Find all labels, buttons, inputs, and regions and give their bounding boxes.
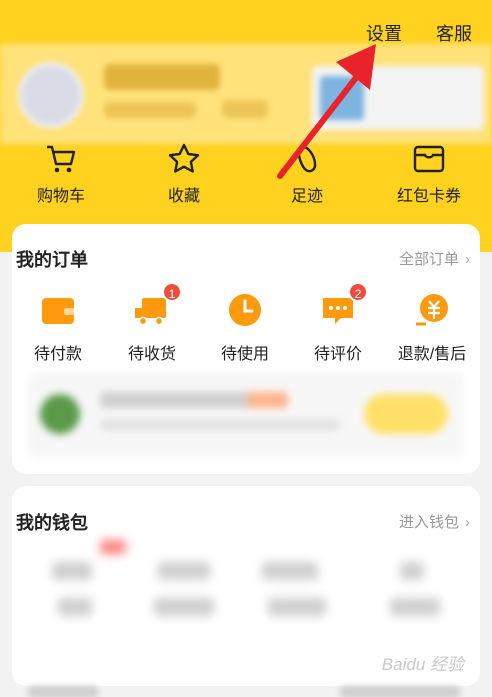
cart-icon <box>47 145 76 173</box>
next-section-header <box>0 682 492 697</box>
order-pending-review[interactable]: 2 待评价 <box>291 282 385 364</box>
order-promo-banner[interactable] <box>28 372 464 458</box>
avatar[interactable] <box>18 62 84 128</box>
baidu-watermark: Baidu 经验 <box>381 655 464 674</box>
order-refund-aftersale[interactable]: 退款/售后 <box>385 290 479 364</box>
coupon-icon <box>413 145 445 173</box>
profile-area[interactable] <box>0 44 492 144</box>
footprint-icon <box>297 145 317 173</box>
customer-service-link[interactable]: 客服 <box>436 20 472 46</box>
star-icon <box>168 143 200 173</box>
quick-link-favorites[interactable]: 收藏 <box>134 142 234 206</box>
wallet-icon <box>42 298 74 324</box>
order-pending-receipt[interactable]: 1 待收货 <box>105 282 199 364</box>
order-pending-use[interactable]: 待使用 <box>198 290 292 364</box>
clock-icon <box>229 294 261 326</box>
order-pending-payment[interactable]: 待付款 <box>11 290 105 364</box>
member-card[interactable] <box>312 66 484 130</box>
chevron-right-icon: › <box>465 251 470 268</box>
enter-wallet-link[interactable]: 进入钱包 › <box>399 511 470 532</box>
all-orders-link[interactable]: 全部订单 › <box>399 248 470 269</box>
settings-link[interactable]: 设置 <box>366 20 402 46</box>
wallet-title: 我的钱包 <box>16 513 88 533</box>
orders-title: 我的订单 <box>16 250 88 270</box>
quick-link-coupons[interactable]: 红包卡券 <box>379 142 479 206</box>
refund-icon <box>416 294 448 326</box>
quick-link-footprint[interactable]: 足迹 <box>257 142 357 206</box>
chevron-right-icon: › <box>465 514 470 531</box>
quick-link-cart[interactable]: 购物车 <box>11 142 111 206</box>
receipt-badge: 1 <box>162 282 182 302</box>
review-badge: 2 <box>348 282 368 302</box>
